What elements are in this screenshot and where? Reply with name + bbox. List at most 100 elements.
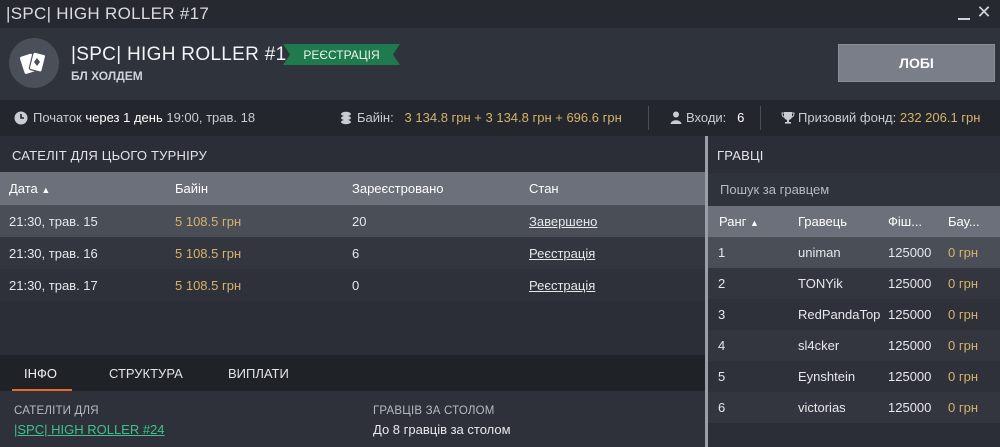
prize-label: Призовий фонд: bbox=[798, 110, 897, 125]
column-header-bounty[interactable]: Бау... bbox=[948, 214, 980, 229]
tournament-infobar: Початок через 1 день 19:00, трав. 18 Бай… bbox=[0, 100, 1000, 136]
satellites-for-link[interactable]: |SPC| HIGH ROLLER #24 bbox=[14, 422, 165, 437]
player-chips: 125000 bbox=[888, 276, 932, 291]
player-bounty: 0 грн bbox=[948, 307, 978, 322]
status-badge: РЕЄСТРАЦІЯ bbox=[283, 44, 400, 65]
column-header-registered[interactable]: Зареєстровано bbox=[352, 181, 444, 196]
column-header-label: Дата bbox=[9, 181, 38, 196]
row-date: 21:30, трав. 17 bbox=[9, 278, 98, 293]
divider bbox=[760, 106, 761, 130]
trophy-icon bbox=[781, 112, 795, 124]
players-panel: ГРАВЦІ Пошук за гравцем Ранг ▲ Гравець Ф… bbox=[708, 136, 1000, 447]
tab-info[interactable]: ІНФО bbox=[24, 366, 57, 381]
start-info: Початок через 1 день 19:00, трав. 18 bbox=[14, 110, 255, 125]
start-relative: через 1 день bbox=[85, 110, 163, 125]
player-name: victorias bbox=[798, 400, 846, 415]
player-search-input[interactable]: Пошук за гравцем bbox=[708, 173, 1000, 206]
column-header-date[interactable]: Дата ▲ bbox=[9, 181, 50, 196]
entries-value: 6 bbox=[737, 110, 745, 125]
table-row[interactable]: 21:30, трав. 17 5 108.5 грн 0 Реєстрація bbox=[0, 269, 705, 301]
buyin-info: Байін: 3 134.8 грн + 3 134.8 грн + 696.6… bbox=[340, 110, 622, 125]
table-row[interactable]: 6 victorias 125000 0 грн bbox=[708, 392, 1000, 423]
table-row[interactable]: 1 uniman 125000 0 грн bbox=[708, 237, 1000, 268]
start-time: 19:00, трав. 18 bbox=[166, 110, 256, 125]
row-registered: 20 bbox=[352, 214, 367, 229]
prize-value: 232 206.1 грн bbox=[899, 110, 981, 125]
entries-label: Входи: bbox=[686, 110, 727, 125]
cards-logo-icon bbox=[9, 38, 59, 88]
player-rank: 3 bbox=[718, 307, 726, 322]
player-chips: 125000 bbox=[888, 307, 932, 322]
player-rank: 5 bbox=[718, 369, 726, 384]
column-header-state[interactable]: Стан bbox=[529, 181, 559, 196]
player-bounty: 0 грн bbox=[948, 276, 978, 291]
row-buyin: 5 108.5 грн bbox=[175, 246, 242, 261]
player-name: Eynshtein bbox=[798, 369, 856, 384]
players-title: ГРАВЦІ bbox=[717, 148, 764, 163]
prize-info: Призовий фонд: 232 206.1 грн bbox=[781, 110, 980, 125]
player-bounty: 0 грн bbox=[948, 369, 978, 384]
info-tabs: ІНФО СТРУКТУРА ВИПЛАТИ bbox=[0, 355, 705, 391]
column-header-chips[interactable]: Фіш... bbox=[888, 214, 922, 229]
sort-asc-icon: ▲ bbox=[750, 218, 759, 228]
close-icon[interactable]: ✕ bbox=[976, 3, 992, 21]
clock-icon bbox=[14, 111, 28, 124]
player-name: sl4cker bbox=[798, 338, 840, 353]
tab-structure[interactable]: СТРУКТУРА bbox=[109, 366, 183, 381]
players-per-table-value: До 8 гравців за столом bbox=[373, 422, 511, 437]
window-titlebar: |SPC| HIGH ROLLER #17 ✕ bbox=[0, 0, 1000, 28]
column-header-rank[interactable]: Ранг ▲ bbox=[719, 214, 759, 229]
row-state-link[interactable]: Реєстрація bbox=[529, 278, 595, 293]
player-bounty: 0 грн bbox=[948, 400, 978, 415]
buyin-label: Байін: bbox=[357, 110, 394, 125]
player-chips: 125000 bbox=[888, 245, 932, 260]
tournament-header: |SPC| HIGH ROLLER #17 БЛ ХОЛДЕМ РЕЄСТРАЦ… bbox=[0, 28, 1000, 100]
row-registered: 6 bbox=[352, 246, 360, 261]
player-rank: 1 bbox=[718, 245, 726, 260]
player-rank: 2 bbox=[718, 276, 726, 291]
tournament-name: |SPC| HIGH ROLLER #17 bbox=[71, 44, 298, 65]
window-title: |SPC| HIGH ROLLER #17 bbox=[6, 4, 210, 23]
sort-asc-icon: ▲ bbox=[41, 185, 51, 195]
player-bounty: 0 грн bbox=[948, 245, 978, 260]
satellites-for-label: САТЕЛІТИ ДЛЯ bbox=[14, 405, 99, 417]
user-icon bbox=[670, 111, 682, 124]
lobby-button[interactable]: ЛОБІ bbox=[838, 44, 995, 82]
players-table-header: Ранг ▲ Гравець Фіш... Бау... bbox=[708, 206, 1000, 237]
satellites-title: САТЕЛІТ ДЛЯ ЦЬОГО ТУРНІРУ bbox=[12, 148, 207, 163]
player-rank: 4 bbox=[718, 338, 726, 353]
satellites-table-header: Дата ▲ Байін Зареєстровано Стан bbox=[0, 172, 705, 205]
player-rank: 6 bbox=[718, 400, 726, 415]
player-name: uniman bbox=[798, 245, 841, 260]
row-state-link[interactable]: Реєстрація bbox=[529, 246, 595, 261]
satellites-panel: САТЕЛІТ ДЛЯ ЦЬОГО ТУРНІРУ Дата ▲ Байін З… bbox=[0, 136, 705, 447]
table-row[interactable]: 2 TONYik 125000 0 грн bbox=[708, 268, 1000, 299]
player-name: TONYik bbox=[798, 276, 843, 291]
table-row[interactable]: 21:30, трав. 16 5 108.5 грн 6 Реєстрація bbox=[0, 237, 705, 269]
divider bbox=[648, 106, 649, 130]
row-date: 21:30, трав. 16 bbox=[9, 246, 98, 261]
column-header-player[interactable]: Гравець bbox=[798, 214, 847, 229]
tab-payouts[interactable]: ВИПЛАТИ bbox=[228, 366, 289, 381]
info-section: САТЕЛІТИ ДЛЯ |SPC| HIGH ROLLER #24 ГРАВЦ… bbox=[0, 391, 705, 447]
row-buyin: 5 108.5 грн bbox=[175, 278, 242, 293]
buyin-value: 3 134.8 грн + 3 134.8 грн + 696.6 грн bbox=[404, 110, 622, 125]
entries-info: Входи: 6 bbox=[670, 110, 744, 125]
table-row[interactable]: 5 Eynshtein 125000 0 грн bbox=[708, 361, 1000, 392]
player-chips: 125000 bbox=[888, 369, 932, 384]
table-row[interactable]: 21:30, трав. 15 5 108.5 грн 20 Завершено bbox=[0, 205, 705, 237]
player-name: RedPandaTop bbox=[798, 307, 881, 322]
row-buyin: 5 108.5 грн bbox=[175, 214, 242, 229]
minimize-icon[interactable] bbox=[958, 6, 970, 20]
start-label: Початок bbox=[33, 110, 82, 125]
column-header-buyin[interactable]: Байін bbox=[175, 181, 208, 196]
row-registered: 0 bbox=[352, 278, 360, 293]
row-state-link[interactable]: Завершено bbox=[529, 214, 597, 229]
coins-icon bbox=[341, 111, 351, 124]
table-row[interactable]: 4 sl4cker 125000 0 грн bbox=[708, 330, 1000, 361]
player-chips: 125000 bbox=[888, 338, 932, 353]
game-type: БЛ ХОЛДЕМ bbox=[71, 69, 143, 83]
players-per-table-label: ГРАВЦІВ ЗА СТОЛОМ bbox=[373, 405, 495, 417]
table-row[interactable]: 3 RedPandaTop 125000 0 грн bbox=[708, 299, 1000, 330]
column-header-label: Ранг bbox=[719, 214, 747, 229]
